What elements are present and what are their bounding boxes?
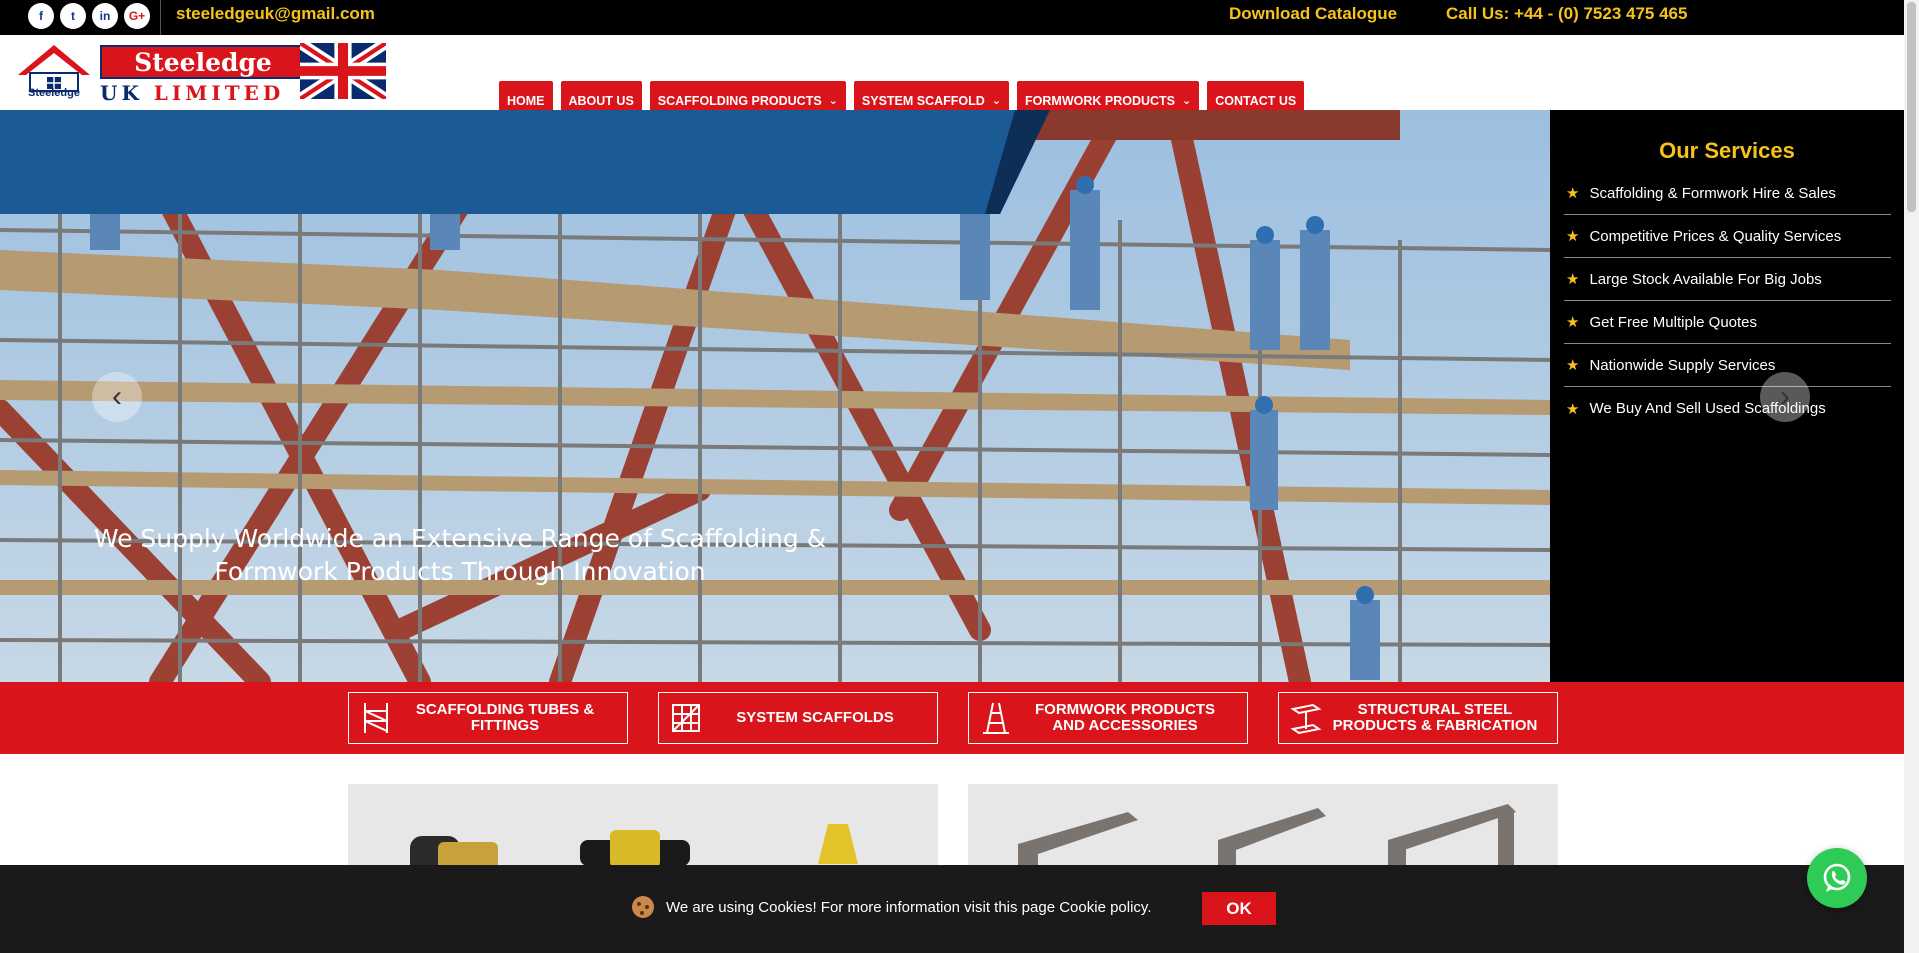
- whatsapp-icon: [1823, 863, 1851, 892]
- category-label-line2: FITTINGS: [470, 717, 540, 734]
- category-button-4[interactable]: STRUCTURAL STEEL PRODUCTS & FABRICATION: [1278, 692, 1558, 744]
- top-bar: f t in G+ steeledgeuk@gmail.com Download…: [0, 0, 1904, 35]
- hero-slider: We Supply Worldwide an Extensive Range o…: [0, 110, 1550, 682]
- category-label: SYSTEM SCAFFOLDS: [703, 710, 937, 726]
- brand-limited: LIMITED: [153, 81, 285, 105]
- slider-next-button[interactable]: ›: [1760, 372, 1810, 422]
- facebook-icon[interactable]: f: [28, 3, 54, 29]
- category-strip: SCAFFOLDING TUBES & FITTINGS SYSTEM SCAFFO…: [0, 682, 1904, 754]
- nav-item-label: SYSTEM SCAFFOLD: [861, 93, 985, 108]
- service-item: ★ Nationwide Supply Services: [1564, 344, 1891, 387]
- page-scrollbar[interactable]: [1904, 0, 1919, 953]
- nav-item-label: ABOUT US: [568, 93, 634, 108]
- service-item: ★ Large Stock Available For Big Jobs: [1564, 258, 1891, 301]
- category-label-line1: SYSTEM SCAFFOLDS: [736, 709, 894, 726]
- category-label-line1: FORMWORK PRODUCTS: [1035, 701, 1215, 718]
- nav-item-label: CONTACT US: [1215, 93, 1297, 108]
- category-button-1[interactable]: SCAFFOLDING TUBES & FITTINGS: [348, 692, 628, 744]
- cookie-icon: [632, 896, 654, 918]
- category-label: STRUCTURAL STEEL PRODUCTS & FABRICATION: [1323, 702, 1557, 734]
- service-item-label: Scaffolding & Formwork Hire & Sales: [1589, 184, 1836, 202]
- service-item-label: Large Stock Available For Big Jobs: [1589, 270, 1822, 288]
- category-button-2[interactable]: SYSTEM SCAFFOLDS: [658, 692, 938, 744]
- social-links: f t in G+: [28, 3, 150, 29]
- twitter-icon[interactable]: t: [60, 3, 86, 29]
- hero-caption-line1: We Supply Worldwide an Extensive Range o…: [93, 524, 827, 553]
- star-icon: ★: [1566, 400, 1580, 418]
- category-label: SCAFFOLDING TUBES & FITTINGS: [393, 702, 627, 734]
- nav-item-label: FORMWORK PRODUCTS: [1025, 93, 1176, 108]
- brand-subtitle: UK LIMITED: [100, 81, 306, 105]
- chevron-down-icon: ⌄: [991, 95, 1002, 107]
- category-label-line1: SCAFFOLDING TUBES &: [415, 701, 595, 718]
- topbar-divider: [160, 0, 161, 35]
- category-label-line2: AND ACCESSORIES: [1052, 717, 1198, 734]
- category-label-line2: PRODUCTS & FABRICATION: [1332, 717, 1538, 734]
- brand-wordmark: Steeledge: [100, 45, 306, 79]
- star-icon: ★: [1566, 185, 1580, 202]
- category-button-3[interactable]: FORMWORK PRODUCTS AND ACCESSORIES: [968, 692, 1248, 744]
- site-header: Steeledge Steeledge UK LIMITED HOME ABOUT…: [0, 35, 1904, 120]
- star-icon: ★: [1566, 357, 1580, 374]
- service-item: ★ Get Free Multiple Quotes: [1564, 301, 1891, 344]
- chevron-down-icon: ⌄: [828, 95, 838, 107]
- cookie-message: We are using Cookies! For more informati…: [666, 899, 1152, 916]
- scaffold-tubes-icon: [359, 701, 393, 735]
- download-catalogue-link[interactable]: Download Catalogue: [1229, 4, 1397, 24]
- service-item-label: Get Free Multiple Quotes: [1589, 313, 1758, 331]
- hero-caption-line2: Formwork Products Through Innovation: [214, 557, 706, 586]
- services-panel: Our Services ★ Scaffolding & Formwork Hir…: [1550, 110, 1904, 682]
- star-icon: ★: [1566, 314, 1580, 331]
- category-label-line1: STRUCTURAL STEEL: [1357, 701, 1513, 718]
- service-item-label: Competitive Prices & Quality Services: [1589, 227, 1842, 245]
- scrollbar-thumb[interactable]: [1907, 2, 1916, 212]
- service-item-label: Nationwide Supply Services: [1589, 356, 1776, 374]
- cookie-ok-button[interactable]: OK: [1202, 892, 1276, 925]
- google-plus-icon[interactable]: G+: [124, 3, 150, 29]
- house-logo-text: Steeledge: [28, 87, 80, 99]
- chevron-left-icon: ‹: [112, 380, 122, 413]
- service-item: ★ Scaffolding & Formwork Hire & Sales: [1564, 172, 1891, 215]
- services-list: ★ Scaffolding & Formwork Hire & Sales ★ Com…: [1564, 172, 1891, 430]
- service-item: ★ Competitive Prices & Quality Services: [1564, 215, 1891, 258]
- hero-banner: [0, 110, 1050, 214]
- hero-caption: We Supply Worldwide an Extensive Range o…: [90, 522, 830, 588]
- whatsapp-chat-button[interactable]: [1807, 848, 1867, 908]
- steel-beam-icon: [1289, 701, 1323, 735]
- cookie-banner: We are using Cookies! For more informati…: [0, 865, 1904, 953]
- nav-item-label: SCAFFOLDING PRODUCTS: [657, 93, 822, 108]
- formwork-icon: [979, 701, 1013, 735]
- slider-prev-button[interactable]: ‹: [92, 372, 142, 422]
- service-item: ★ We Buy And Sell Used Scaffoldings: [1564, 387, 1891, 430]
- nav-item-label: HOME: [507, 93, 545, 108]
- chevron-down-icon: ⌄: [1182, 95, 1192, 107]
- star-icon: ★: [1566, 271, 1580, 288]
- email-link[interactable]: steeledgeuk@gmail.com: [176, 4, 375, 24]
- brand-name: Steeledge: [134, 47, 272, 77]
- linkedin-icon[interactable]: in: [92, 3, 118, 29]
- site-logo[interactable]: Steeledge Steeledge UK LIMITED: [14, 39, 386, 105]
- star-icon: ★: [1566, 228, 1580, 245]
- chevron-right-icon: ›: [1780, 380, 1790, 413]
- system-scaffold-icon: [669, 701, 703, 735]
- brand-uk: UK: [100, 81, 143, 105]
- uk-flag-icon: [300, 43, 386, 99]
- phone-link[interactable]: Call Us: +44 - (0) 7523 475 465: [1446, 4, 1687, 24]
- category-label: FORMWORK PRODUCTS AND ACCESSORIES: [1013, 702, 1247, 734]
- services-title: Our Services: [1659, 138, 1795, 163]
